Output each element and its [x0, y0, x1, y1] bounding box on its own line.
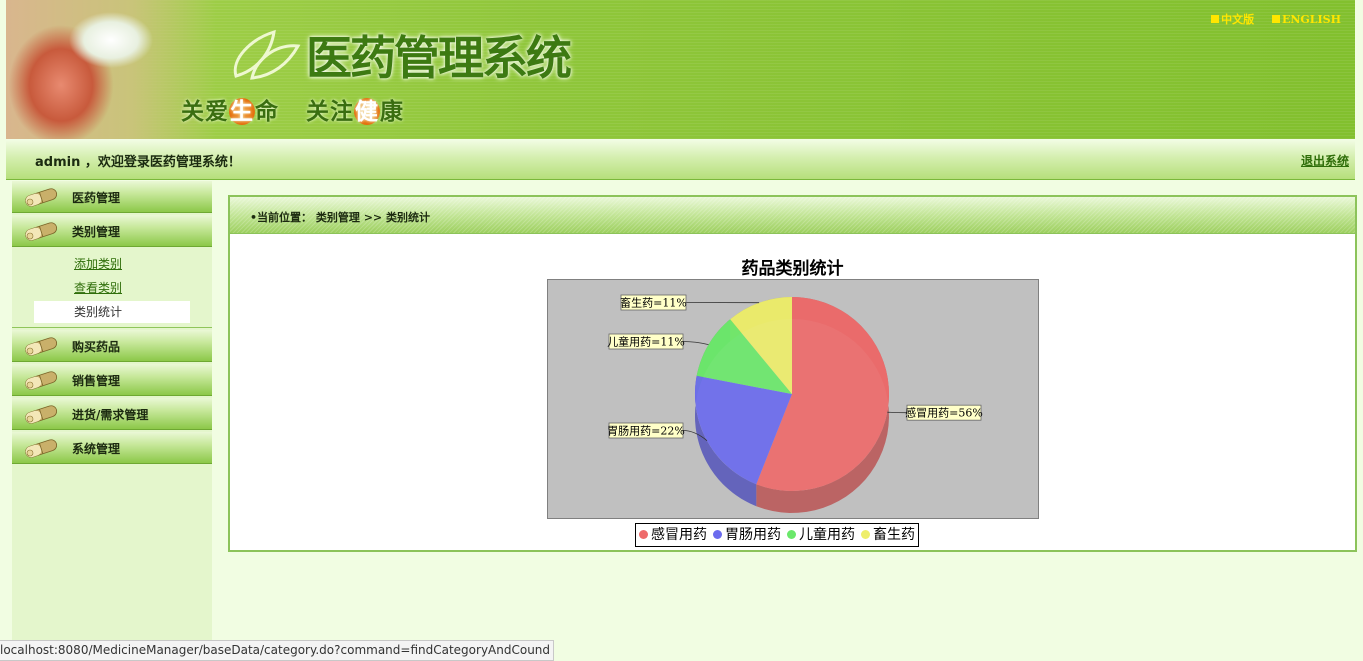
data-label: 感冒用药=56% — [905, 407, 983, 420]
capsule-icon — [22, 335, 60, 361]
legend-label: 畜生药 — [873, 527, 915, 543]
legend-label: 胃肠用药 — [725, 527, 781, 543]
legend-label: 儿童用药 — [799, 527, 855, 543]
breadcrumb-bar: •当前位置： 类别管理 >> 类别统计 — [230, 197, 1355, 234]
bullet-square-icon — [1211, 15, 1219, 23]
lang-chinese-link[interactable]: 中文版 — [1211, 13, 1254, 26]
legend-swatch — [639, 530, 648, 539]
sidebar-item-label: 类别管理 — [72, 223, 120, 240]
sidebar-item-purchase-medicine[interactable]: 购买药品 — [12, 330, 212, 362]
submenu-item-view-category[interactable]: 查看类别 — [34, 277, 190, 299]
welcome-bar: admin ，欢迎登录医药管理系统！ 退出系统 — [6, 139, 1355, 180]
lang-english-link[interactable]: ENGLISH — [1272, 13, 1341, 26]
capsule-icon — [22, 186, 60, 212]
legend-entry: 儿童用药 — [787, 527, 855, 543]
capsule-icon — [22, 437, 60, 463]
header-banner: 医药管理系统 关爱生命 关注健康 中文版 ENGLISH — [6, 0, 1355, 139]
slogan-part: 康 — [380, 98, 404, 125]
sidebar-item-label: 购买药品 — [72, 338, 120, 355]
sidebar-item-label: 医药管理 — [72, 189, 120, 206]
chart-title: 药品类别统计 — [230, 254, 1355, 279]
sidebar-item-system-management[interactable]: 系统管理 — [12, 432, 212, 464]
slogan: 关爱生命 关注健康 — [181, 92, 404, 126]
main-panel: •当前位置： 类别管理 >> 类别统计 药品类别统计 感冒用药=56% 胃肠用药=… — [228, 195, 1357, 552]
legend-entry: 畜生药 — [861, 527, 915, 543]
system-title: 医药管理系统 — [306, 22, 570, 88]
sidebar-item-medicine-management[interactable]: 医药管理 — [12, 181, 212, 213]
submenu-item-add-category[interactable]: 添加类别 — [34, 253, 190, 275]
logout-link[interactable]: 退出系统 — [1301, 152, 1349, 169]
sidebar-item-sales-management[interactable]: 销售管理 — [12, 364, 212, 396]
slogan-part: 命 — [255, 98, 279, 125]
slogan-highlight: 健 — [354, 98, 380, 125]
capsule-icon — [22, 369, 60, 395]
leaf-logo-icon — [226, 24, 306, 84]
capsule-icon — [22, 403, 60, 429]
slogan-highlight: 生 — [229, 98, 255, 125]
category-submenu: 添加类别查看类别类别统计 — [12, 249, 212, 328]
legend-swatch — [861, 530, 870, 539]
data-label: 儿童用药=11% — [607, 335, 685, 349]
pie-chart: 感冒用药=56% 胃肠用药=22% 儿童用药=11% 畜生药=11% — [547, 279, 1039, 519]
sidebar: 医药管理类别管理添加类别查看类别类别统计购买药品销售管理进货/需求管理系统管理 — [12, 181, 212, 660]
legend-entry: 胃肠用药 — [713, 527, 781, 543]
chart-legend: 感冒用药 胃肠用药 儿童用药 畜生药 — [635, 523, 919, 547]
legend-label: 感冒用药 — [651, 527, 707, 543]
status-bar: localhost:8080/MedicineManager/baseData/… — [0, 640, 554, 661]
slogan-part: 关注 — [306, 98, 354, 125]
data-label: 畜生药=11% — [620, 296, 687, 310]
breadcrumb: •当前位置： 类别管理 >> 类别统计 — [250, 209, 430, 225]
lang-chinese-label: 中文版 — [1221, 13, 1254, 26]
legend-entry: 感冒用药 — [639, 527, 707, 543]
data-label: 胃肠用药=22% — [607, 425, 685, 438]
legend-swatch — [787, 530, 796, 539]
language-links: 中文版 ENGLISH — [1197, 11, 1341, 27]
sidebar-item-label: 进货/需求管理 — [72, 406, 148, 423]
sidebar-item-category-management[interactable]: 类别管理 — [12, 215, 212, 247]
capsule-icon — [22, 220, 60, 246]
slogan-part: 关爱 — [181, 98, 229, 125]
legend-swatch — [713, 530, 722, 539]
sidebar-item-stock-demand-management[interactable]: 进货/需求管理 — [12, 398, 212, 430]
sidebar-item-label: 销售管理 — [72, 372, 120, 389]
bullet-square-icon — [1272, 15, 1280, 23]
submenu-item-category-statistics[interactable]: 类别统计 — [34, 301, 190, 323]
lang-english-label: ENGLISH — [1282, 13, 1341, 26]
sidebar-item-label: 系统管理 — [72, 440, 120, 457]
welcome-message: admin ，欢迎登录医药管理系统！ — [35, 151, 241, 170]
